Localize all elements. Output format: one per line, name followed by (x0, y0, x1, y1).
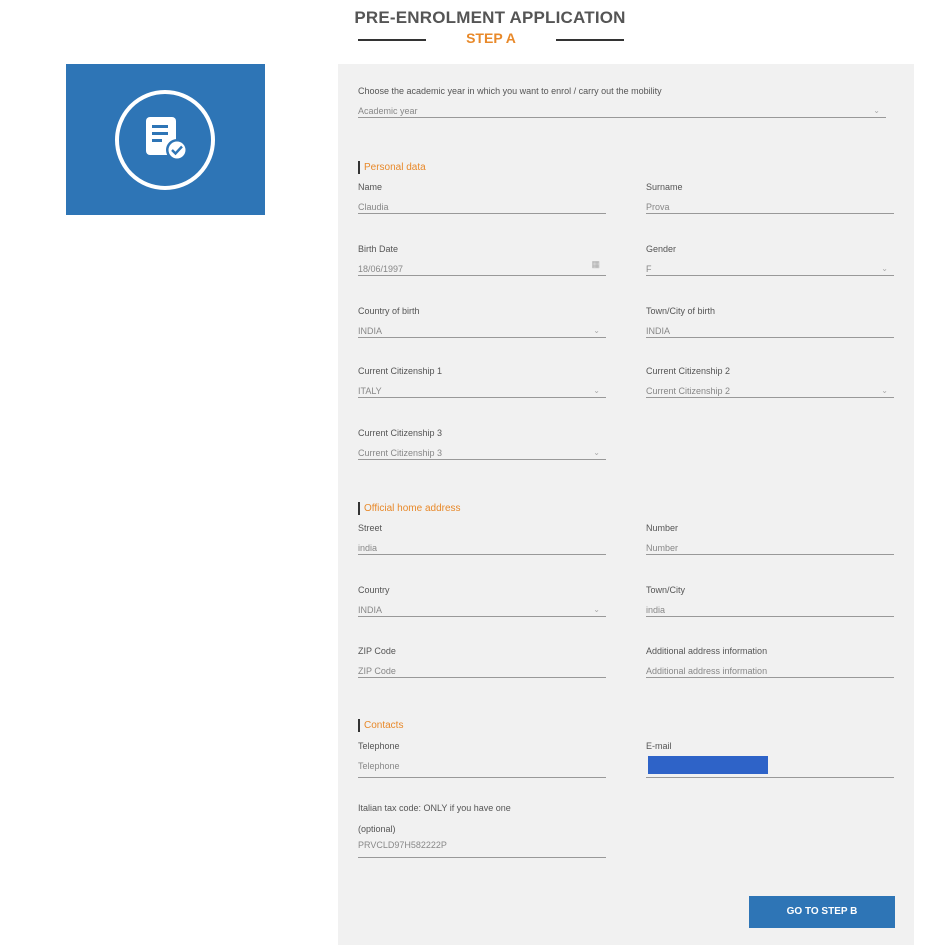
field-label: Town/City of birth (646, 306, 716, 316)
field-label: Surname (646, 182, 683, 192)
chevron-down-icon: ⌄ (881, 386, 888, 395)
step-divider-right (556, 39, 624, 41)
chevron-down-icon: ⌄ (593, 326, 600, 335)
country-of-birth-select[interactable]: Country of birth INDIA ⌄ (358, 306, 606, 338)
field-value: PRVCLD97H582222P (358, 840, 447, 850)
field-label: Town/City (646, 585, 686, 595)
email-field[interactable]: E-mail (646, 741, 894, 778)
redacted-email-value (648, 756, 768, 774)
section-title: Contacts (364, 720, 404, 731)
citizenship-1-select[interactable]: Current Citizenship 1 ITALY ⌄ (358, 366, 606, 398)
tax-code-field[interactable]: PRVCLD97H582222P (358, 832, 606, 858)
tax-code-label: Italian tax code: ONLY if you have one (358, 803, 511, 813)
page-title: PRE-ENROLMENT APPLICATION (354, 8, 626, 27)
country-select[interactable]: Country INDIA ⌄ (358, 585, 606, 617)
zip-code-field[interactable]: ZIP Code ZIP Code (358, 646, 606, 678)
telephone-field[interactable]: Telephone Telephone (358, 741, 606, 778)
chevron-down-icon: ⌄ (593, 448, 600, 457)
document-check-icon (115, 90, 215, 190)
section-title: Official home address (364, 503, 461, 514)
city-field[interactable]: Town/City india (646, 585, 894, 617)
field-label: Telephone (358, 741, 400, 751)
field-label: E-mail (646, 741, 672, 751)
surname-field[interactable]: Surname Prova (646, 182, 894, 214)
field-label: Birth Date (358, 244, 399, 254)
step-indicator: STEP A (358, 28, 626, 48)
application-logo (66, 64, 265, 215)
calendar-icon[interactable]: ▦ (591, 259, 600, 270)
field-label: Current Citizenship 1 (358, 366, 443, 376)
field-label: ZIP Code (358, 646, 396, 656)
chevron-down-icon: ⌄ (593, 605, 600, 614)
field-label: Number (646, 523, 679, 533)
go-to-step-b-button[interactable]: GO TO STEP B (749, 896, 895, 928)
birth-date-field[interactable]: Birth Date 18/06/1997 ▦ (358, 244, 606, 276)
field-label: Additional address information (646, 646, 768, 656)
field-label: Current Citizenship 3 (358, 428, 443, 438)
gender-select[interactable]: Gender F ⌄ (646, 244, 894, 276)
chevron-down-icon: ⌄ (593, 386, 600, 395)
academic-year-label: Choose the academic year in which you wa… (358, 86, 662, 96)
academic-year-select[interactable]: Choose the academic year in which you wa… (358, 86, 886, 118)
number-field[interactable]: Number Number (646, 523, 894, 555)
field-placeholder: Telephone (358, 761, 400, 771)
chevron-down-icon: ⌄ (873, 106, 880, 115)
section-title: Personal data (364, 162, 426, 173)
field-label: Country (358, 585, 390, 595)
field-label: Street (358, 523, 383, 533)
step-label: STEP A (466, 30, 516, 46)
street-field[interactable]: Street india (358, 523, 606, 555)
citizenship-3-select[interactable]: Current Citizenship 3 Current Citizenshi… (358, 428, 606, 460)
citizenship-2-select[interactable]: Current Citizenship 2 Current Citizenshi… (646, 366, 894, 398)
field-underline (358, 117, 886, 118)
chevron-down-icon: ⌄ (881, 264, 888, 273)
name-field[interactable]: Name Claudia (358, 182, 606, 214)
additional-address-field[interactable]: Additional address information Additiona… (646, 646, 894, 678)
field-label: Current Citizenship 2 (646, 366, 731, 376)
field-label: Name (358, 182, 383, 192)
field-label: Gender (646, 244, 677, 254)
field-label: Country of birth (358, 306, 420, 316)
city-of-birth-field[interactable]: Town/City of birth INDIA (646, 306, 894, 338)
